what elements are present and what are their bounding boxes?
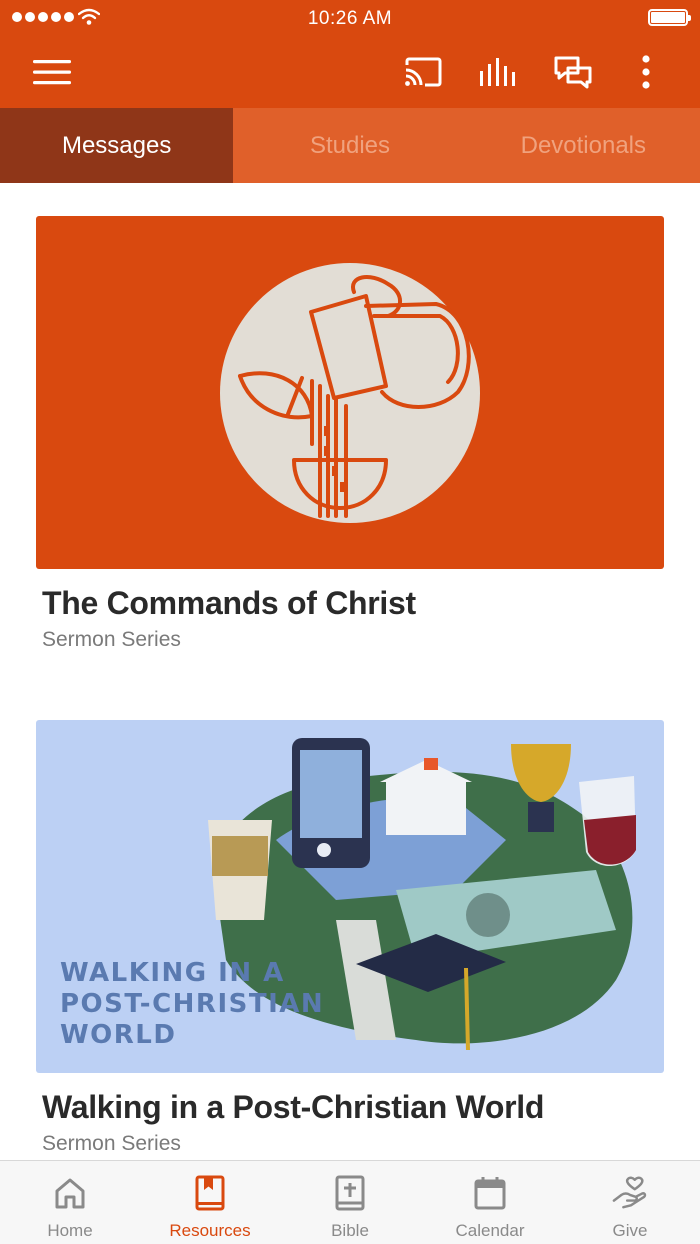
bookmark-book-icon — [192, 1175, 228, 1211]
nav-label: Resources — [169, 1221, 251, 1240]
menu-icon — [33, 60, 71, 85]
calendar-icon — [472, 1175, 508, 1211]
cast-icon — [405, 57, 442, 87]
series-artwork — [36, 216, 664, 569]
battery-icon — [648, 9, 691, 26]
more-options-button[interactable] — [622, 48, 670, 96]
home-icon — [52, 1175, 88, 1211]
chat-icon — [554, 56, 592, 89]
status-time: 10:26 AM — [307, 8, 393, 29]
tab-messages[interactable]: Messages — [0, 108, 234, 183]
series-artwork: WALKING IN A POST-CHRISTIAN WORLD — [36, 720, 664, 1073]
series-title: Walking in a Post-Christian World — [42, 1089, 545, 1125]
status-bar: 10:26 AM — [0, 0, 700, 36]
audio-button[interactable] — [474, 48, 522, 96]
bible-icon — [332, 1175, 368, 1211]
series-type: Sermon Series — [42, 628, 181, 651]
audio-bars-icon — [480, 58, 515, 86]
nav-label: Give — [612, 1221, 648, 1240]
content-list: The Commands of Christ Sermon Series WAL… — [0, 183, 700, 1160]
nav-resources[interactable]: Resources — [140, 1161, 280, 1244]
jug-and-bowl-illustration — [220, 263, 480, 523]
bottom-navigation: Home Resources Bible Calendar Give — [0, 1160, 700, 1244]
nav-label: Bible — [331, 1221, 369, 1240]
nav-bible[interactable]: Bible — [280, 1161, 420, 1244]
series-card[interactable]: WALKING IN A POST-CHRISTIAN WORLD Walkin… — [36, 720, 664, 1156]
tab-bar: Messages Studies Devotionals — [0, 108, 700, 183]
nav-give[interactable]: Give — [560, 1161, 700, 1244]
app-bar — [0, 36, 700, 108]
series-title: The Commands of Christ — [42, 585, 416, 621]
series-type: Sermon Series — [42, 1132, 181, 1155]
tab-studies[interactable]: Studies — [233, 108, 466, 183]
series-card[interactable]: The Commands of Christ Sermon Series — [36, 216, 664, 652]
more-vertical-icon — [642, 55, 650, 89]
give-heart-icon — [612, 1175, 648, 1211]
nav-calendar[interactable]: Calendar — [420, 1161, 560, 1244]
tab-devotionals[interactable]: Devotionals — [467, 108, 700, 183]
menu-button[interactable] — [29, 48, 77, 96]
nav-label: Home — [47, 1221, 93, 1240]
chat-button[interactable] — [549, 48, 597, 96]
nav-label: Calendar — [455, 1221, 525, 1240]
cast-button[interactable] — [399, 48, 447, 96]
series-artwork-text: WALKING IN A POST-CHRISTIAN WORLD — [60, 958, 325, 1050]
nav-home[interactable]: Home — [0, 1161, 140, 1244]
